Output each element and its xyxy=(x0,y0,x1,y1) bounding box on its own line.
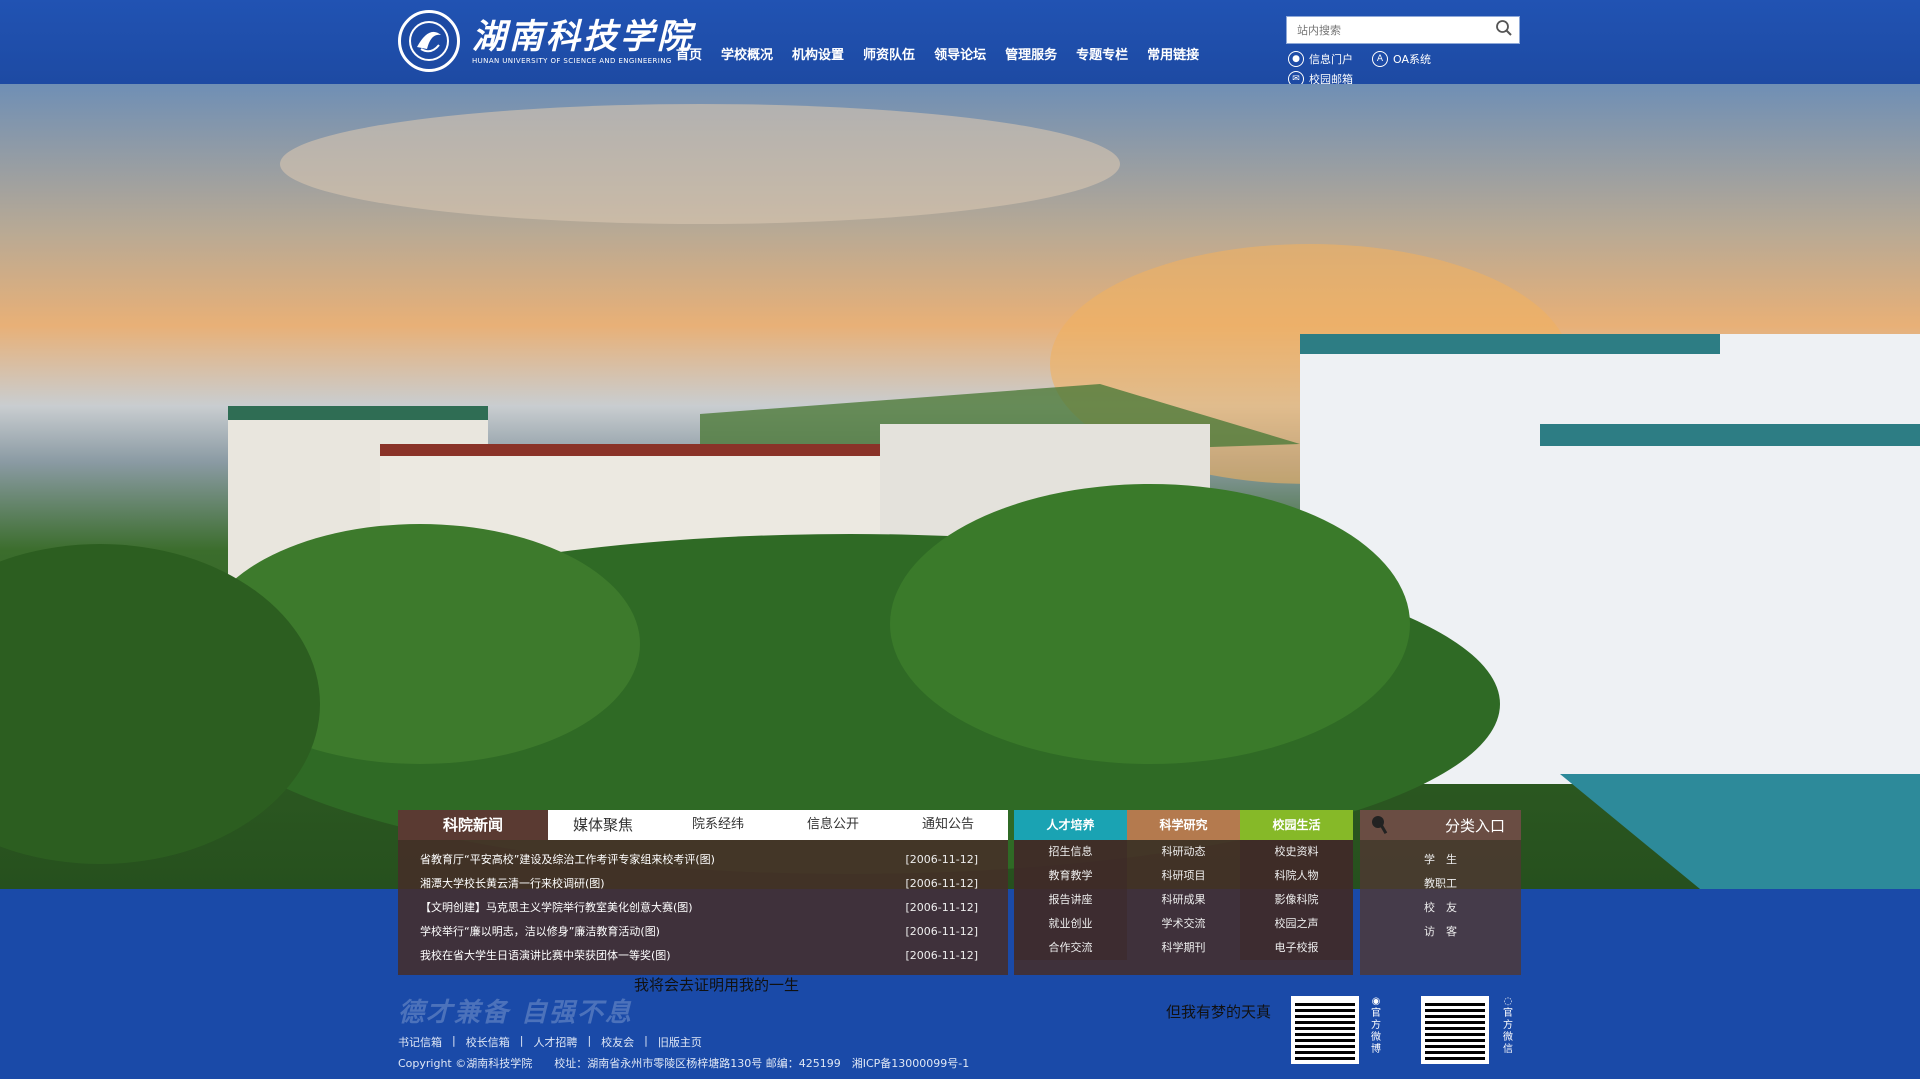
news-item[interactable]: 学校举行“廉以明志，洁以修身”廉洁教育活动(图) [2006-11-12] xyxy=(398,920,1008,944)
category-campus-life-title[interactable]: 校园生活 xyxy=(1240,810,1353,840)
news-title[interactable]: 省教育厅“平安高校”建设及综治工作考评专家组来校考评(图) xyxy=(420,848,715,872)
news-date: [2006-11-12] xyxy=(905,877,978,890)
slogan-text-right: 但我有梦的天真 xyxy=(1166,1003,1272,1021)
slogan-text: 我将会去证明用我的一生 xyxy=(634,976,800,994)
category-entry-header: 分类入口 xyxy=(1360,810,1521,840)
news-title[interactable]: 【文明创建】马克思主义学院举行教室美化创意大赛(图) xyxy=(420,896,693,920)
news-title[interactable]: 湘潭大学校长黄云清一行来校调研(图) xyxy=(420,872,605,896)
category-link[interactable]: 就业创业 xyxy=(1014,912,1127,936)
weibo-icon: ◉ xyxy=(1371,996,1381,1007)
news-date: [2006-11-12] xyxy=(905,901,978,914)
wechat-label: ◌ 官方微信 xyxy=(1503,996,1513,1055)
category-entry-panel: 分类入口 学 生 教职工 校 友 访 客 xyxy=(1360,810,1521,975)
category-talent-title[interactable]: 人才培养 xyxy=(1014,810,1127,840)
category-link[interactable]: 科研项目 xyxy=(1127,864,1240,888)
category-entry-title: 分类入口 xyxy=(1444,816,1505,835)
entry-students[interactable]: 学 生 xyxy=(1360,848,1521,872)
news-item[interactable]: 【文明创建】马克思主义学院举行教室美化创意大赛(图) [2006-11-12] xyxy=(398,896,1008,920)
entry-visitors[interactable]: 访 客 xyxy=(1360,920,1521,944)
news-item[interactable]: 我校在省大学生日语演讲比赛中荣获团体一等奖(图) [2006-11-12] xyxy=(398,944,1008,968)
weibo-label: ◉ 官方微博 xyxy=(1371,996,1381,1055)
category-link[interactable]: 教育教学 xyxy=(1014,864,1127,888)
footer-link[interactable]: 书记信箱 xyxy=(398,1034,442,1050)
category-link[interactable]: 合作交流 xyxy=(1014,936,1127,960)
entry-alumni[interactable]: 校 友 xyxy=(1360,896,1521,920)
news-list: 省教育厅“平安高校”建设及综治工作考评专家组来校考评(图) [2006-11-1… xyxy=(398,840,1008,968)
news-date: [2006-11-12] xyxy=(905,853,978,866)
wechat-qr-code xyxy=(1421,996,1489,1064)
category-link[interactable]: 校园之声 xyxy=(1240,912,1353,936)
info-portal-label: 信息门户 xyxy=(1309,53,1353,66)
category-link[interactable]: 电子校报 xyxy=(1240,936,1353,960)
category-research-title[interactable]: 科学研究 xyxy=(1127,810,1240,840)
category-link[interactable]: 影像科院 xyxy=(1240,888,1353,912)
search-button[interactable] xyxy=(1489,17,1519,43)
wechat-icon: ◌ xyxy=(1503,996,1513,1007)
header: 湖南科技学院 HUNAN UNIVERSITY OF SCIENCE AND E… xyxy=(0,0,1920,87)
tab-notices[interactable]: 通知公告 xyxy=(888,810,1008,840)
tab-campus-news[interactable]: 科院新闻 xyxy=(398,810,548,840)
news-item[interactable]: 省教育厅“平安高校”建设及综治工作考评专家组来校考评(图) [2006-11-1… xyxy=(398,848,1008,872)
weibo-qr-code xyxy=(1291,996,1359,1064)
footer-link[interactable]: 人才招聘 xyxy=(533,1034,577,1050)
search-input[interactable] xyxy=(1287,17,1489,43)
category-link[interactable]: 招生信息 xyxy=(1014,840,1127,864)
user-icon: ● xyxy=(1288,51,1304,67)
site-search xyxy=(1286,16,1520,44)
category-link[interactable]: 科学期刊 xyxy=(1127,936,1240,960)
category-research: 科学研究 科研动态 科研项目 科研成果 学术交流 科学期刊 xyxy=(1127,810,1240,975)
campus-banner-image xyxy=(0,84,1920,889)
school-logo[interactable]: 湖南科技学院 HUNAN UNIVERSITY OF SCIENCE AND E… xyxy=(398,10,694,72)
news-title[interactable]: 我校在省大学生日语演讲比赛中荣获团体一等奖(图) xyxy=(420,944,671,968)
logo-chinese-name: 湖南科技学院 xyxy=(472,17,694,57)
nav-special-topics[interactable]: 专题专栏 xyxy=(1076,44,1128,63)
oa-system-label: OA系统 xyxy=(1393,53,1431,66)
search-icon xyxy=(1495,19,1513,41)
category-link[interactable]: 科研动态 xyxy=(1127,840,1240,864)
info-portal-link[interactable]: ● 信息门户 xyxy=(1288,51,1353,67)
logo-emblem-icon xyxy=(398,10,460,72)
category-link[interactable]: 校史资料 xyxy=(1240,840,1353,864)
news-tabs: 科院新闻 媒体聚焦 院系经纬 信息公开 通知公告 xyxy=(398,810,1008,840)
entry-staff[interactable]: 教职工 xyxy=(1360,872,1521,896)
tab-info-disclosure[interactable]: 信息公开 xyxy=(778,810,888,840)
category-campus-life: 校园生活 校史资料 科院人物 影像科院 校园之声 电子校报 xyxy=(1240,810,1353,975)
category-link[interactable]: 科院人物 xyxy=(1240,864,1353,888)
key-icon xyxy=(1370,814,1404,840)
category-link[interactable]: 学术交流 xyxy=(1127,912,1240,936)
news-item[interactable]: 湘潭大学校长黄云清一行来校调研(图) [2006-11-12] xyxy=(398,872,1008,896)
nav-services[interactable]: 管理服务 xyxy=(1005,44,1057,63)
footer-link[interactable]: 旧版主页 xyxy=(658,1034,702,1050)
logo-english-name: HUNAN UNIVERSITY OF SCIENCE AND ENGINEER… xyxy=(472,57,672,65)
category-talent: 人才培养 招生信息 教育教学 报告讲座 就业创业 合作交流 xyxy=(1014,810,1127,975)
category-link[interactable]: 科研成果 xyxy=(1127,888,1240,912)
footer-link[interactable]: 校友会 xyxy=(601,1034,634,1050)
category-link[interactable]: 报告讲座 xyxy=(1014,888,1127,912)
copyright-text: Copyright ©湖南科技学院 校址：湖南省永州市零陵区杨梓塘路130号 邮… xyxy=(398,1057,970,1070)
footer-link[interactable]: 校长信箱 xyxy=(466,1034,510,1050)
oa-icon: A xyxy=(1372,51,1388,67)
nav-home[interactable]: 首页 xyxy=(676,44,702,63)
nav-faculty[interactable]: 师资队伍 xyxy=(863,44,915,63)
nav-links[interactable]: 常用链接 xyxy=(1147,44,1199,63)
oa-system-link[interactable]: A OA系统 xyxy=(1372,51,1431,67)
news-date: [2006-11-12] xyxy=(905,949,978,962)
news-title[interactable]: 学校举行“廉以明志，洁以修身”廉洁教育活动(图) xyxy=(420,920,660,944)
nav-overview[interactable]: 学校概况 xyxy=(721,44,773,63)
school-motto: 德才兼备 自强不息 xyxy=(398,998,634,1028)
news-panel: 科院新闻 媒体聚焦 院系经纬 信息公开 通知公告 省教育厅“平安高校”建设及综治… xyxy=(398,810,1008,975)
category-panel: 人才培养 招生信息 教育教学 报告讲座 就业创业 合作交流 科学研究 科研动态 … xyxy=(1014,810,1354,975)
footer-links: 书记信箱 | 校长信箱 | 人才招聘 | 校友会 | 旧版主页 xyxy=(398,1034,702,1050)
nav-leadership-forum[interactable]: 领导论坛 xyxy=(934,44,986,63)
tab-departments[interactable]: 院系经纬 xyxy=(658,810,778,840)
news-date: [2006-11-12] xyxy=(905,925,978,938)
nav-organization[interactable]: 机构设置 xyxy=(792,44,844,63)
tab-media-focus[interactable]: 媒体聚焦 xyxy=(548,810,658,840)
main-nav: 首页 学校概况 机构设置 师资队伍 领导论坛 管理服务 专题专栏 常用链接 xyxy=(676,44,1218,63)
